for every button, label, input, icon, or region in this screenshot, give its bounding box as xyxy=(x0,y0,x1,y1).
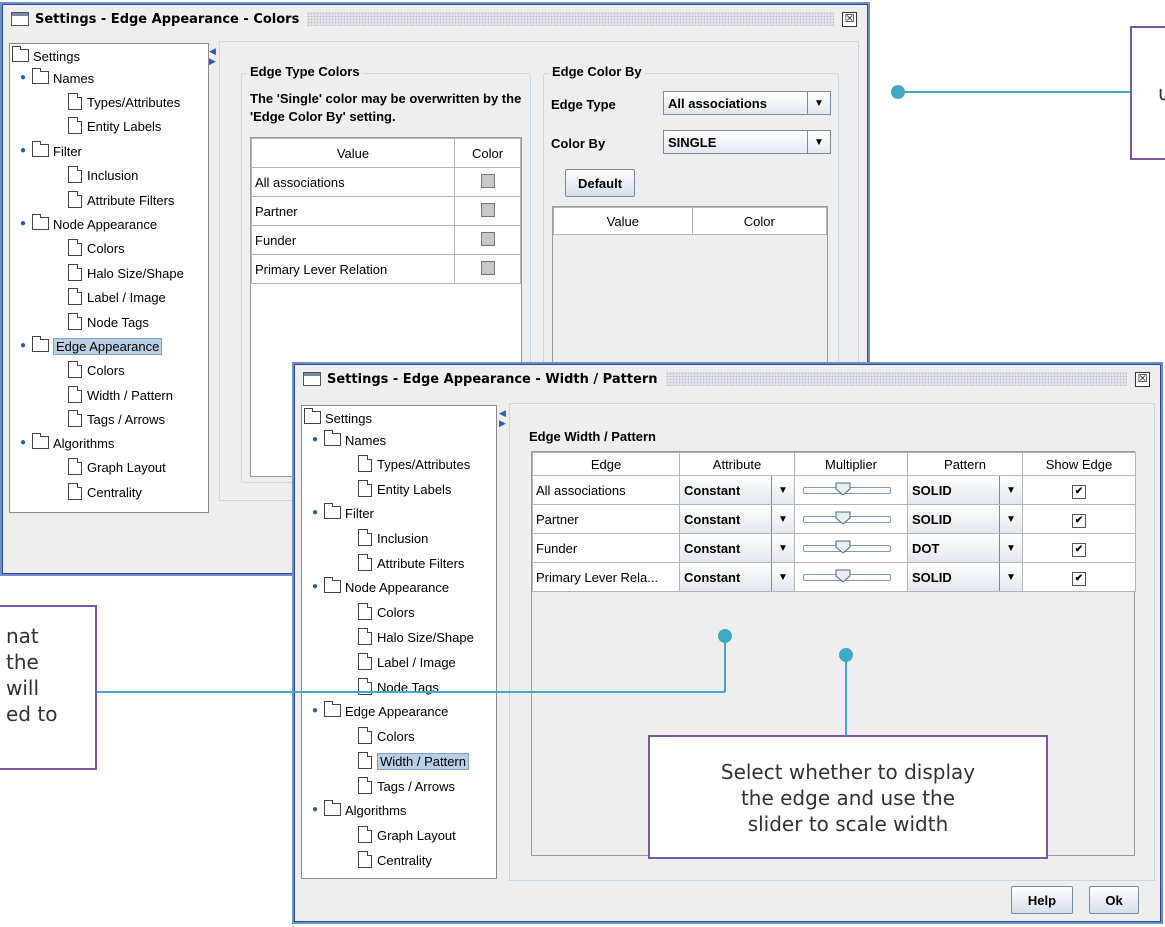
connector-dot xyxy=(891,85,905,99)
callout-bottom: Select whether to display the edge and u… xyxy=(648,735,1048,859)
connector-dot xyxy=(718,629,732,643)
callout-left: nat the will ed to xyxy=(0,605,97,770)
callout-top-right: u xyxy=(1130,26,1165,160)
connector-dot xyxy=(839,648,853,662)
